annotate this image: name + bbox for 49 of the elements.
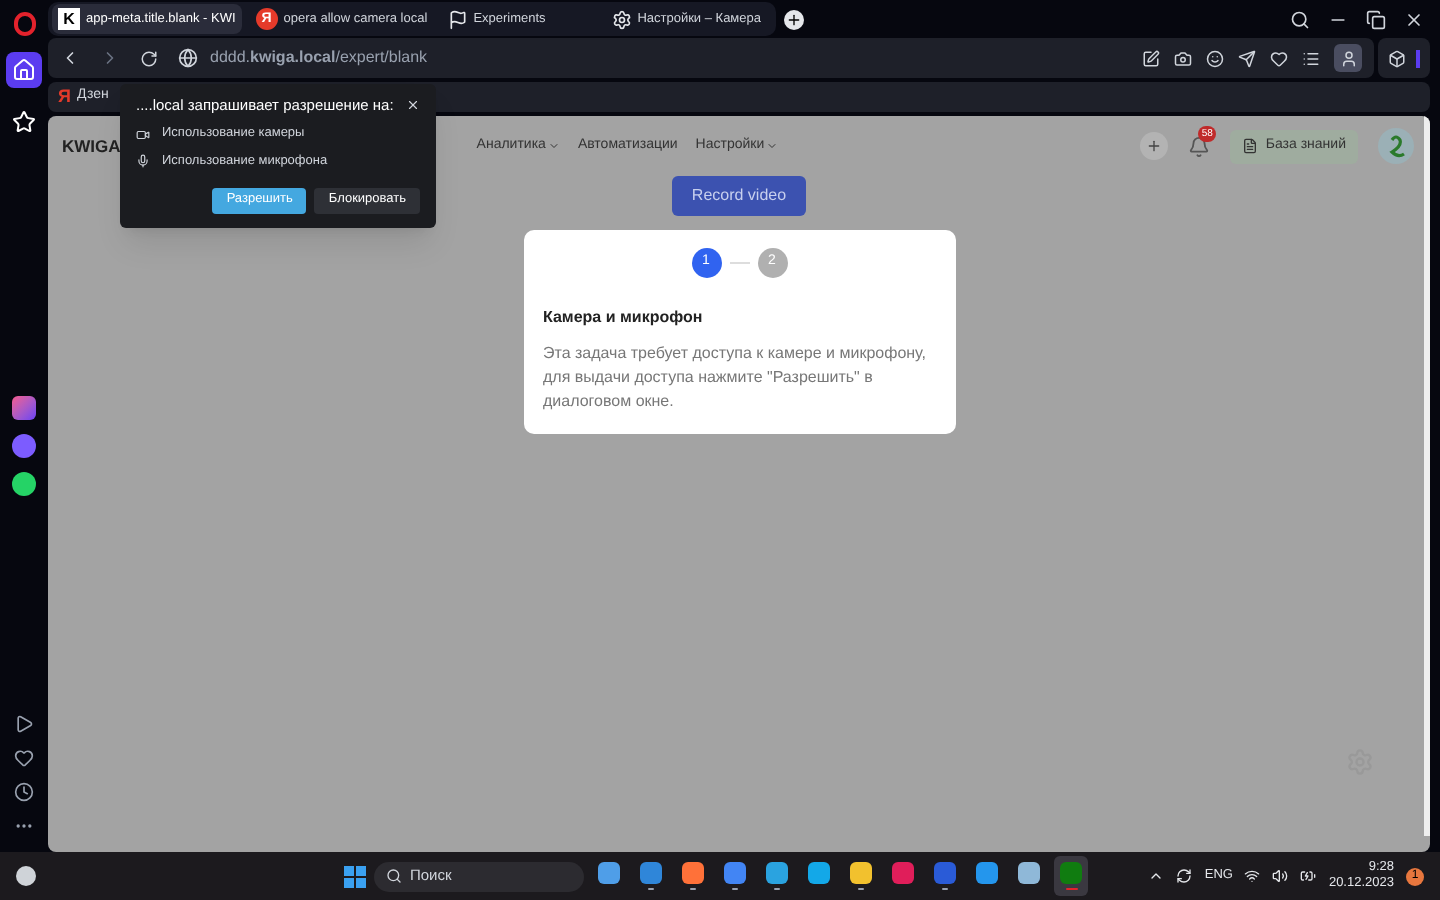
- restore-icon[interactable]: [1366, 9, 1386, 29]
- sync-icon[interactable]: [1176, 868, 1193, 884]
- send-icon[interactable]: [1238, 49, 1256, 67]
- new-tab-button[interactable]: [783, 9, 804, 29]
- camera-icon[interactable]: [1174, 49, 1192, 67]
- heart-icon[interactable]: [1270, 49, 1288, 67]
- address-field[interactable]: dddd.kwiga.local/expert/blank: [210, 46, 428, 70]
- search-icon[interactable]: [1290, 9, 1310, 29]
- card-title: Камера и микрофон: [543, 306, 705, 330]
- home-icon: [12, 58, 36, 82]
- start-icon[interactable]: [344, 865, 366, 887]
- globe-icon: [178, 48, 198, 68]
- gear-icon: [611, 9, 632, 29]
- profile-button[interactable]: [1334, 44, 1362, 72]
- battery-icon[interactable]: [1300, 868, 1317, 884]
- bell-icon[interactable]: [1187, 135, 1210, 157]
- record-video-button[interactable]: Record video: [671, 176, 807, 216]
- taskbar-app[interactable]: [718, 856, 752, 896]
- taskbar-app[interactable]: [760, 856, 794, 896]
- taskbar-app[interactable]: [676, 856, 710, 896]
- taskbar-app[interactable]: [634, 856, 668, 896]
- tab-favicon: K: [58, 8, 80, 30]
- yandex-icon: Я: [58, 88, 71, 106]
- extension-icon[interactable]: [1388, 49, 1406, 67]
- camera-icon: [136, 127, 150, 142]
- add-button[interactable]: [1139, 132, 1168, 160]
- list-icon[interactable]: [1302, 49, 1320, 67]
- flag-icon: [447, 9, 468, 29]
- wifi-icon[interactable]: [1244, 868, 1261, 884]
- opera-logo-icon: [13, 12, 35, 36]
- search-icon: [386, 868, 402, 884]
- close-icon[interactable]: [1404, 9, 1424, 29]
- heart-icon[interactable]: [14, 748, 34, 768]
- clock-icon[interactable]: [14, 782, 34, 802]
- star-icon: [12, 110, 36, 134]
- kwiga-logo: KWIGA: [62, 133, 121, 159]
- sidebar-button[interactable]: [6, 52, 42, 88]
- card-text: Эта задача требует доступа к камере и микрофону, для выдачи доступа нажмите "Разрешить" в диалоговом окне.: [543, 342, 928, 414]
- close-icon[interactable]: [406, 98, 420, 113]
- person-icon: [1339, 49, 1357, 67]
- play-icon[interactable]: [14, 714, 34, 734]
- chevron-icon[interactable]: [1148, 868, 1165, 884]
- plus-icon: [1145, 138, 1162, 154]
- volume-icon[interactable]: [1272, 868, 1289, 884]
- microphone-icon: [136, 154, 150, 169]
- snapshot-edit-icon[interactable]: [1142, 49, 1160, 67]
- reload-icon[interactable]: [140, 49, 158, 67]
- taskbar-app[interactable]: [844, 856, 878, 896]
- document-icon: [1241, 138, 1258, 154]
